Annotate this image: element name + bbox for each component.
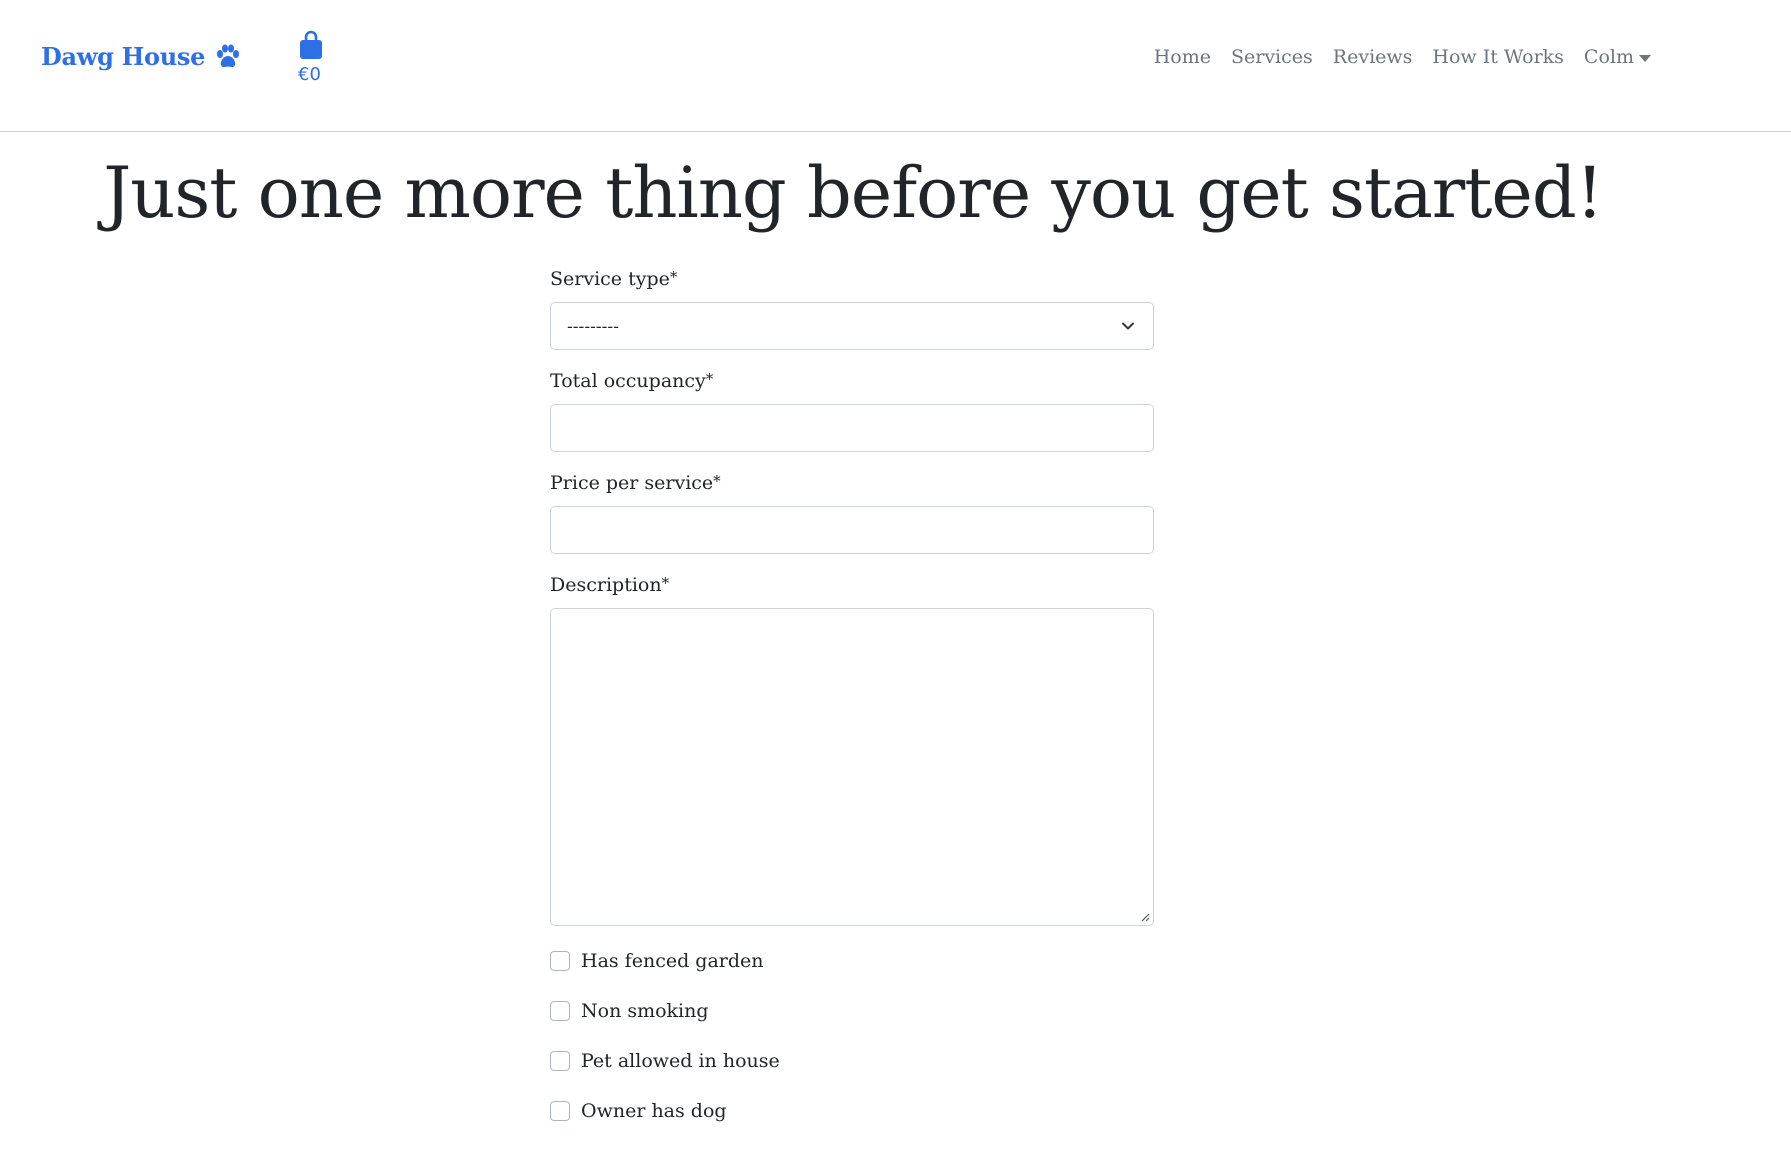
resize-handle-icon[interactable]	[1140, 912, 1150, 922]
checkbox-owner-has-dog[interactable]: Owner has dog	[550, 1096, 1154, 1126]
service-type-value: ---------	[567, 316, 619, 336]
field-service-type: Service type* ---------	[550, 268, 1154, 350]
checkbox-label: Has fenced garden	[581, 950, 764, 972]
user-menu-dropdown[interactable]: Colm	[1584, 46, 1651, 68]
user-menu-label: Colm	[1583, 46, 1634, 68]
paw-icon	[217, 44, 240, 67]
checkbox-box[interactable]	[550, 1051, 570, 1071]
service-form: Service type* --------- Total occupancy*…	[550, 268, 1154, 1146]
brand-link[interactable]: Dawg House	[41, 42, 242, 71]
price-per-service-input[interactable]	[550, 506, 1154, 554]
checkbox-non-smoking[interactable]: Non smoking	[550, 996, 1154, 1026]
nav-reviews[interactable]: Reviews	[1333, 46, 1413, 68]
checkbox-label: Owner has dog	[581, 1100, 727, 1122]
nav-how-it-works[interactable]: How It Works	[1432, 46, 1564, 68]
brand-name: Dawg House	[41, 42, 206, 71]
nav-links: Home Services Reviews How It Works Colm	[1154, 46, 1651, 68]
page-title: Just one more thing before you get start…	[103, 152, 1604, 234]
checkbox-box[interactable]	[550, 1001, 570, 1021]
checkbox-box[interactable]	[550, 951, 570, 971]
checkbox-pet-allowed-in-house[interactable]: Pet allowed in house	[550, 1046, 1154, 1076]
shopping-bag-icon[interactable]	[297, 30, 325, 60]
field-price-per-service: Price per service*	[550, 472, 1154, 554]
checkbox-label: Pet allowed in house	[581, 1050, 780, 1072]
field-total-occupancy: Total occupancy*	[550, 370, 1154, 452]
total-occupancy-label: Total occupancy*	[550, 370, 714, 392]
nav-services[interactable]: Services	[1231, 46, 1313, 68]
service-type-label: Service type*	[550, 268, 678, 290]
service-type-select[interactable]: ---------	[550, 302, 1154, 350]
checkbox-group: Has fenced garden Non smoking Pet allowe…	[550, 946, 1154, 1126]
description-label: Description*	[550, 574, 670, 596]
total-occupancy-input[interactable]	[550, 404, 1154, 452]
navbar: Dawg House €0 Home Services Reviews How …	[0, 0, 1791, 132]
field-description: Description*	[550, 574, 1154, 926]
nav-home[interactable]: Home	[1154, 46, 1211, 68]
caret-down-icon	[1639, 54, 1651, 62]
checkbox-label: Non smoking	[581, 1000, 709, 1022]
checkbox-box[interactable]	[550, 1101, 570, 1121]
description-textarea[interactable]	[550, 608, 1154, 926]
chevron-down-icon	[1122, 322, 1134, 330]
price-per-service-label: Price per service*	[550, 472, 721, 494]
bag-total[interactable]: €0	[298, 64, 321, 85]
checkbox-has-fenced-garden[interactable]: Has fenced garden	[550, 946, 1154, 976]
